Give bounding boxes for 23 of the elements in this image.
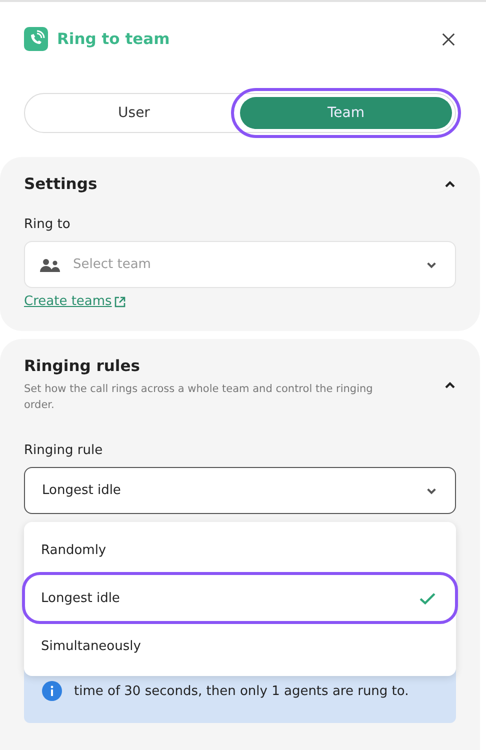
panel-title: Ring to team [57,30,171,48]
check-icon [419,592,436,604]
chevron-down-icon [426,486,437,494]
external-link-icon[interactable] [114,296,126,308]
section-title: Ringing rules [24,357,141,375]
collapse-icon[interactable] [444,180,456,188]
phone-icon [24,27,48,51]
section-description: Set how the call rings across a whole team and control the ringing order. [24,382,374,413]
menu-option[interactable]: Randomly [24,526,456,574]
menu-option[interactable]: Longest idle [24,574,456,622]
chevron-down-icon [426,260,437,268]
mode-tab[interactable]: User [28,97,240,129]
field-label: Ring to [24,217,72,232]
field-label: Ringing rule [24,443,104,458]
rule-select[interactable]: Longest idle [24,467,456,514]
create-teams-link[interactable]: Create teams [24,294,112,309]
people-icon [40,258,60,272]
menu-option[interactable]: Simultaneously [24,622,456,670]
section-title: Settings [24,175,98,193]
close-icon[interactable] [441,32,456,46]
info-text: time of 30 seconds, then only 1 agents are rung to. [74,683,409,701]
info-icon [42,681,62,701]
collapse-icon[interactable] [444,381,456,389]
